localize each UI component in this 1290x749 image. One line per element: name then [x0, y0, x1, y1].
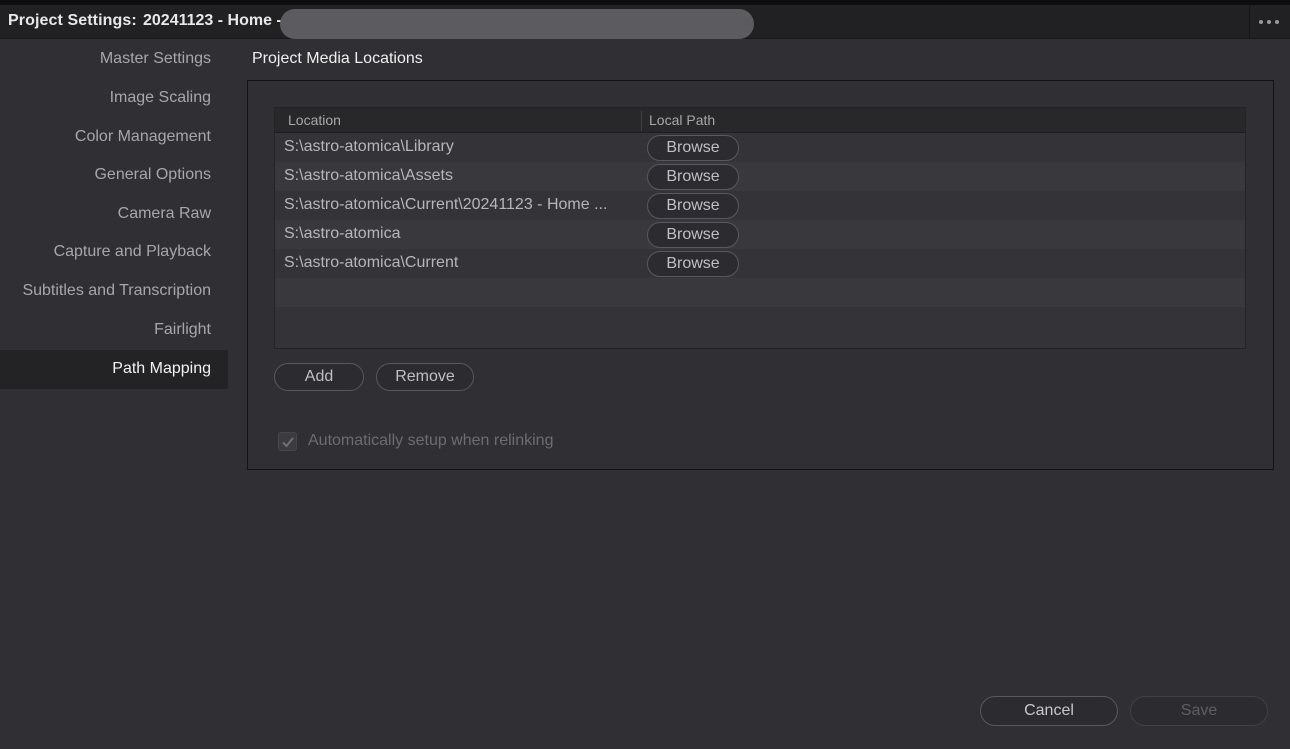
window-title-label: Project Settings:: [8, 12, 137, 29]
auto-setup-checkbox[interactable]: [278, 432, 297, 451]
title-bar: Project Settings: 20241123 - Home -: [0, 5, 1290, 39]
media-locations-table: Location Local Path S:\astro-atomica\Lib…: [274, 107, 1246, 349]
table-row[interactable]: S:\astro-atomica Browse: [275, 220, 1245, 249]
section-title: Project Media Locations: [252, 50, 423, 67]
checkmark-icon: [281, 436, 294, 447]
sidebar-item-general-options[interactable]: General Options: [0, 156, 228, 195]
browse-button[interactable]: Browse: [647, 222, 739, 248]
sidebar-item-subtitles-and-transcription[interactable]: Subtitles and Transcription: [0, 272, 228, 311]
table-row[interactable]: S:\astro-atomica\Current Browse: [275, 249, 1245, 278]
redacted-area: [280, 9, 754, 39]
sidebar-item-capture-and-playback[interactable]: Capture and Playback: [0, 233, 228, 272]
sidebar-item-fairlight[interactable]: Fairlight: [0, 311, 228, 350]
table-header: Location Local Path: [275, 108, 1245, 133]
location-cell: S:\astro-atomica\Library: [284, 138, 454, 155]
add-button[interactable]: Add: [274, 363, 364, 391]
table-row[interactable]: S:\astro-atomica\Library Browse: [275, 133, 1245, 162]
sidebar-item-master-settings[interactable]: Master Settings: [0, 40, 228, 79]
more-options-button[interactable]: [1252, 8, 1286, 36]
remove-button[interactable]: Remove: [376, 363, 474, 391]
title-separator: [1249, 5, 1250, 39]
location-cell: S:\astro-atomica: [284, 225, 401, 242]
table-row[interactable]: S:\astro-atomica\Current\20241123 - Home…: [275, 191, 1245, 220]
column-header-local-path[interactable]: Local Path: [649, 112, 715, 128]
project-settings-window: Project Settings: 20241123 - Home - Mast…: [0, 0, 1290, 749]
cancel-button[interactable]: Cancel: [980, 696, 1118, 726]
browse-button[interactable]: Browse: [647, 251, 739, 277]
browse-button[interactable]: Browse: [647, 193, 739, 219]
sidebar-item-camera-raw[interactable]: Camera Raw: [0, 195, 228, 234]
empty-row: [275, 307, 1245, 336]
location-cell: S:\astro-atomica\Current\20241123 - Home…: [284, 196, 608, 213]
auto-setup-label: Automatically setup when relinking: [308, 432, 554, 449]
location-cell: S:\astro-atomica\Current: [284, 254, 459, 271]
sidebar-item-image-scaling[interactable]: Image Scaling: [0, 79, 228, 118]
sidebar-item-path-mapping[interactable]: Path Mapping: [0, 350, 228, 389]
settings-sidebar: Master Settings Image Scaling Color Mana…: [0, 40, 228, 749]
empty-row: [275, 278, 1245, 307]
browse-button[interactable]: Browse: [647, 164, 739, 190]
location-cell: S:\astro-atomica\Assets: [284, 167, 453, 184]
more-horizontal-icon: [1259, 20, 1263, 24]
column-divider[interactable]: [641, 111, 642, 131]
project-name: 20241123 - Home -: [143, 12, 282, 29]
table-row[interactable]: S:\astro-atomica\Assets Browse: [275, 162, 1245, 191]
browse-button[interactable]: Browse: [647, 135, 739, 161]
sidebar-item-color-management[interactable]: Color Management: [0, 118, 228, 157]
save-button[interactable]: Save: [1130, 696, 1268, 726]
column-header-location[interactable]: Location: [288, 112, 341, 128]
